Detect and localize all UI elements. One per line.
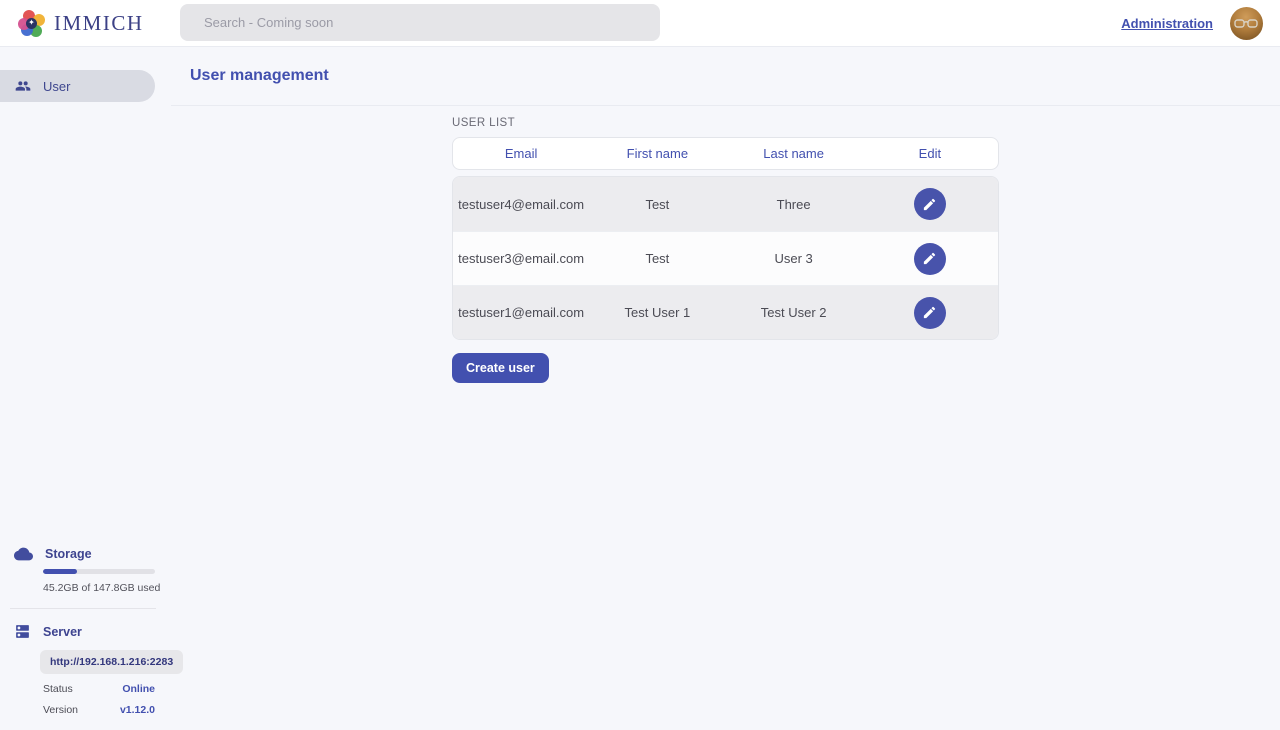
server-status-row: Status Online (43, 683, 155, 695)
page-title-bar: User management (171, 47, 1280, 106)
table-row: testuser4@email.com Test Three (453, 177, 998, 231)
user-first-name: Test (589, 251, 725, 266)
topbar-right: Administration (1121, 7, 1280, 40)
edit-user-button[interactable] (914, 297, 946, 329)
search-input[interactable] (180, 4, 660, 41)
sidebar-divider (10, 608, 156, 609)
edit-user-button[interactable] (914, 243, 946, 275)
storage-progress-fill (43, 569, 77, 574)
pencil-icon (922, 197, 937, 212)
storage-section-header: Storage (0, 547, 171, 561)
user-first-name: Test User 1 (589, 305, 725, 320)
page-title: User management (190, 67, 329, 85)
status-label: Status (43, 683, 73, 695)
logo-text: IMMICH (54, 11, 144, 36)
pencil-icon (922, 305, 937, 320)
user-email: testuser1@email.com (453, 305, 589, 320)
user-table-header: Email First name Last name Edit (452, 137, 999, 170)
storage-usage-text: 45.2GB of 147.8GB used (43, 582, 171, 594)
top-bar: ✦ IMMICH Administration (0, 0, 1280, 47)
server-icon (14, 623, 31, 640)
sidebar: User Storage 45.2GB of 147.8GB used Serv… (0, 47, 171, 730)
edit-user-button[interactable] (914, 188, 946, 220)
user-email: testuser4@email.com (453, 197, 589, 212)
storage-title: Storage (45, 547, 92, 561)
table-row: testuser3@email.com Test User 3 (453, 231, 998, 285)
server-url-chip: http://192.168.1.216:2283 (40, 650, 183, 674)
immich-flower-icon: ✦ (18, 10, 45, 37)
immich-logo: ✦ IMMICH (0, 10, 144, 37)
user-last-name: User 3 (726, 251, 862, 266)
pencil-icon (922, 251, 937, 266)
section-title: USER LIST (452, 117, 1000, 129)
column-header-first-name: First name (589, 146, 725, 161)
user-last-name: Test User 2 (726, 305, 862, 320)
user-email: testuser3@email.com (453, 251, 589, 266)
create-user-button[interactable]: Create user (452, 353, 549, 383)
sidebar-item-label: User (43, 79, 70, 94)
table-row: testuser1@email.com Test User 1 Test Use… (453, 285, 998, 339)
version-value: v1.12.0 (120, 704, 155, 716)
user-list-panel: USER LIST Email First name Last name Edi… (452, 106, 1000, 383)
column-header-last-name: Last name (726, 146, 862, 161)
user-table-body: testuser4@email.com Test Three testuser3… (452, 176, 999, 340)
cloud-icon (14, 547, 33, 561)
flower-center-star-icon: ✦ (26, 18, 37, 29)
version-label: Version (43, 704, 78, 716)
administration-link[interactable]: Administration (1121, 16, 1213, 31)
column-header-email: Email (453, 146, 589, 161)
user-avatar[interactable] (1230, 7, 1263, 40)
server-section-header: Server (0, 623, 171, 640)
user-first-name: Test (589, 197, 725, 212)
status-value: Online (122, 683, 155, 695)
sidebar-bottom: Storage 45.2GB of 147.8GB used Server ht… (0, 547, 171, 730)
server-title: Server (43, 625, 82, 639)
user-last-name: Three (726, 197, 862, 212)
glasses-icon (1234, 18, 1259, 30)
sidebar-item-user[interactable]: User (0, 70, 155, 102)
users-icon (15, 78, 31, 94)
storage-progress-bar (43, 569, 155, 574)
column-header-edit: Edit (862, 146, 998, 161)
server-version-row: Version v1.12.0 (43, 704, 155, 716)
